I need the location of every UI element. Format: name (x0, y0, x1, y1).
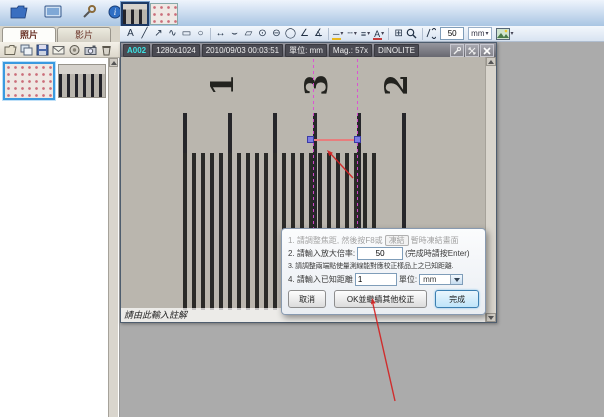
timestamp-badge: 2010/09/03 00:03:51 (202, 44, 283, 57)
dialog-unit-label: 單位: (399, 273, 417, 286)
unit-badge: 單位: mm (285, 44, 327, 57)
photo-list (0, 58, 120, 417)
app-window: i 照片 影片 (0, 0, 604, 417)
thumbnail-ruler[interactable] (58, 64, 106, 98)
freeze-button[interactable]: 凍結 (385, 235, 409, 246)
measurement-endpoint-left[interactable] (307, 136, 314, 143)
calibration-adjust-icon[interactable] (426, 27, 439, 41)
dialog-step3-label: 3. 請調整兩端點使量測線能對應校正樣品上之已知距離. (288, 260, 453, 273)
finish-button[interactable]: 完成 (435, 290, 479, 308)
copy-icon[interactable] (20, 44, 33, 56)
image-scrollbar[interactable] (485, 57, 496, 322)
settings-wrench-icon[interactable] (450, 44, 464, 57)
top-toolbar: i (0, 0, 604, 27)
scroll-down-icon[interactable] (486, 313, 496, 322)
ruler-number: 1 (205, 65, 241, 105)
calibration-dialog: 1. 請調整焦距, 然後按F8或 凍結 暫時凍結畫面 2. 請輸入放大倍率: (… (281, 228, 486, 315)
dialog-unit-dropdown[interactable]: mm (419, 274, 463, 285)
ellipse-tool[interactable]: ○ (194, 27, 207, 41)
sidebar-tab[interactable]: 照片 (2, 27, 56, 43)
cancel-button[interactable]: 取消 (288, 290, 326, 308)
capture-window-icon[interactable] (42, 2, 64, 22)
grid-button[interactable]: ⊞ (392, 27, 405, 41)
resolution-badge: 1280x1024 (152, 44, 200, 57)
ok-continue-button[interactable]: OK並繼續其他校正 (334, 290, 427, 308)
unit-dropdown[interactable]: mm ▾ (468, 27, 491, 40)
measure-angle-tool[interactable]: ∠ (298, 27, 311, 41)
folder-icon[interactable] (8, 2, 30, 22)
chevron-down-icon (450, 275, 462, 284)
image-id-badge: A002 (123, 44, 150, 57)
magnification-badge: Mag.: 57x (329, 44, 372, 57)
dialog-step1-text: 1. 請調整焦距, 然後按F8或 (288, 234, 383, 247)
magnifier-button[interactable] (406, 27, 419, 41)
calibration-crosshair-left (313, 59, 314, 235)
line-style-button[interactable]: ╌ ▾ (346, 27, 357, 41)
measure-polyline-tool[interactable]: ⌣ (228, 27, 241, 41)
chevron-down-icon: ▾ (340, 30, 343, 37)
chevron-down-icon: ▾ (511, 30, 514, 37)
capture-icon[interactable] (84, 44, 97, 56)
scroll-up-icon[interactable] (109, 58, 118, 67)
tools-icon[interactable] (78, 2, 100, 22)
preview-thumb-dots[interactable] (150, 3, 178, 25)
dialog-step2-suffix: (完成時請按Enter) (405, 247, 469, 260)
ruler-number: 2 (379, 65, 415, 105)
save-icon[interactable] (36, 44, 49, 56)
text-tool[interactable]: A (124, 27, 137, 41)
resize-icon[interactable] (465, 44, 479, 57)
preview-thumb-ruler[interactable] (121, 2, 149, 26)
measurement-endpoint-right[interactable] (354, 136, 361, 143)
sidebar-action-bar (0, 42, 120, 58)
chevron-down-icon: ▾ (485, 30, 488, 37)
device-badge: DINOLITE (374, 44, 419, 57)
measure-circle-3pt-tool[interactable]: ◯ (284, 27, 297, 41)
print-icon[interactable] (68, 44, 81, 56)
scroll-up-icon[interactable] (486, 57, 496, 66)
measure-line-tool[interactable]: ↔ (214, 27, 227, 41)
freehand-tool[interactable]: ∿ (166, 27, 179, 41)
dialog-step4-label: 4. 請輸入已知距離 (288, 273, 353, 286)
sidebar-tab[interactable]: 影片 (57, 27, 111, 43)
calibration-crosshair-right (357, 59, 358, 235)
font-button[interactable]: A ▾ (373, 27, 385, 41)
rect-tool[interactable]: ▭ (180, 27, 193, 41)
magnification-input[interactable] (440, 27, 464, 40)
dialog-step2-label: 2. 請輸入放大倍率: (288, 247, 355, 260)
line-width-button[interactable]: ≡ ▾ (360, 27, 371, 41)
arrow-tool[interactable]: ↗ (152, 27, 165, 41)
measure-angle4-tool[interactable]: ∡ (312, 27, 325, 41)
magnification-rate-input[interactable] (357, 247, 403, 260)
chevron-down-icon: ▾ (367, 30, 370, 37)
line-tool[interactable]: ╱ (138, 27, 151, 41)
chevron-down-icon: ▾ (381, 30, 384, 37)
dialog-step1-suffix: 暫時凍結畫面 (411, 234, 459, 247)
image-header-bar: A002 1280x1024 2010/09/03 00:03:51 單位: m… (121, 43, 496, 57)
sidebar-scrollbar[interactable] (108, 58, 118, 417)
thumbnail-dot-pattern[interactable] (3, 62, 55, 100)
delete-icon[interactable] (100, 44, 113, 56)
email-icon[interactable] (52, 44, 65, 56)
image-style-dropdown[interactable]: ▾ (496, 27, 514, 40)
ruler-number: 3 (299, 65, 335, 105)
known-distance-input[interactable] (355, 273, 397, 286)
drawing-toolbar: A╱↗∿▭○ ↔⌣▱⊙⊖◯∠∡ ─ ▾ ╌ ▾ ≡ (120, 26, 604, 42)
close-icon[interactable] (480, 44, 494, 57)
line-color-button[interactable]: ─ ▾ (332, 27, 344, 41)
chevron-down-icon: ▾ (354, 30, 357, 37)
measure-circle-diameter-tool[interactable]: ⊖ (270, 27, 283, 41)
measure-circle-center-tool[interactable]: ⊙ (256, 27, 269, 41)
sidebar-tab-strip: 照片 影片 (0, 26, 120, 43)
open-icon[interactable] (4, 44, 17, 56)
measure-polygon-tool[interactable]: ▱ (242, 27, 255, 41)
